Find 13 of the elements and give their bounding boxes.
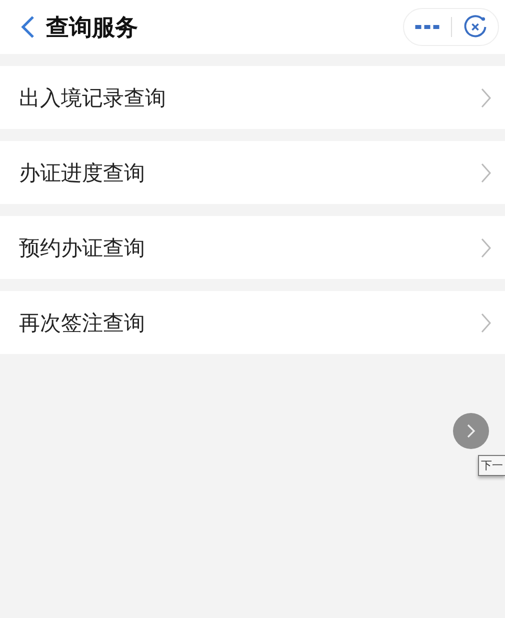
back-icon[interactable] [20,15,36,39]
next-button[interactable] [453,413,489,449]
chevron-icon [481,162,491,182]
chevron-icon [481,88,491,108]
chevron-icon [466,423,476,439]
list-item[interactable]: 预约办证查询 [0,216,505,279]
page-title: 查询服务 [46,14,138,42]
tooltip: 下一 [478,455,505,476]
list-item[interactable]: 办证进度查询 [0,141,505,204]
list-item[interactable]: 再次签注查询 [0,291,505,354]
list-item[interactable]: 出入境记录查询 [0,66,505,129]
chevron-icon [481,312,491,332]
chevron-icon [481,238,491,258]
